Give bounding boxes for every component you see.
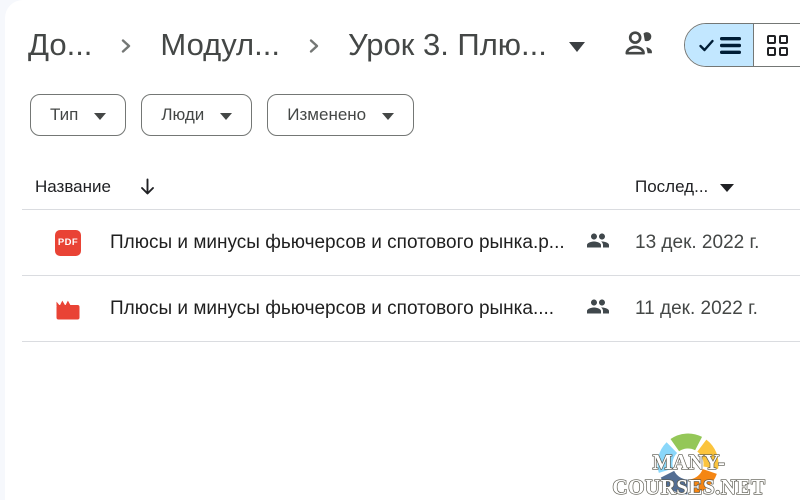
shared-people-icon xyxy=(586,294,610,323)
divider xyxy=(22,341,800,342)
grid-view-button[interactable] xyxy=(753,24,800,66)
list-view-button[interactable] xyxy=(685,24,753,66)
filter-chip-label: Тип xyxy=(50,105,78,125)
shared-people-icon xyxy=(586,228,610,257)
chevron-down-icon xyxy=(94,113,106,120)
column-header-modified-label: Послед... xyxy=(635,177,708,197)
column-header-modified[interactable]: Послед... xyxy=(635,173,734,201)
breadcrumb-item-root[interactable]: До... xyxy=(28,27,92,63)
video-file-icon xyxy=(55,296,81,322)
chevron-right-icon xyxy=(116,36,136,56)
file-row-pdf[interactable]: PDF Плюсы и минусы фьючерсов и спотового… xyxy=(0,210,800,275)
chevron-down-icon xyxy=(382,113,394,120)
folder-menu-caret-icon[interactable] xyxy=(569,42,585,52)
chevron-right-icon xyxy=(304,36,324,56)
file-name: Плюсы и минусы фьючерсов и спотового рын… xyxy=(110,298,554,320)
modified-date: 13 дек. 2022 г. xyxy=(635,232,759,254)
sort-descending-arrow-icon xyxy=(138,177,157,197)
chevron-down-icon xyxy=(220,113,232,120)
filter-chip-label: Люди xyxy=(161,105,204,125)
filter-bar: Тип Люди Изменено xyxy=(30,94,414,136)
list-view-icon xyxy=(720,36,741,55)
share-people-icon[interactable] xyxy=(622,26,656,65)
check-icon xyxy=(698,37,715,54)
breadcrumb: До... Модул... Урок 3. Плю... xyxy=(28,20,585,70)
filter-chip-label: Изменено xyxy=(287,105,366,125)
breadcrumb-item-module[interactable]: Модул... xyxy=(160,27,280,63)
file-name: Плюсы и минусы фьючерсов и спотового рын… xyxy=(110,232,565,254)
breadcrumb-item-current[interactable]: Урок 3. Плю... xyxy=(348,27,547,63)
filter-chip-modified[interactable]: Изменено xyxy=(267,94,414,136)
grid-view-icon xyxy=(767,35,788,56)
column-header-name-label: Название xyxy=(35,177,111,197)
pdf-file-icon: PDF xyxy=(55,230,81,256)
chevron-down-icon xyxy=(720,184,734,192)
filter-chip-type[interactable]: Тип xyxy=(30,94,126,136)
view-toggle xyxy=(684,23,800,67)
column-header-name[interactable]: Название xyxy=(35,173,157,201)
filter-chip-people[interactable]: Люди xyxy=(141,94,252,136)
file-row-video[interactable]: Плюсы и минусы фьючерсов и спотового рын… xyxy=(0,276,800,341)
modified-date: 11 дек. 2022 г. xyxy=(635,298,758,320)
